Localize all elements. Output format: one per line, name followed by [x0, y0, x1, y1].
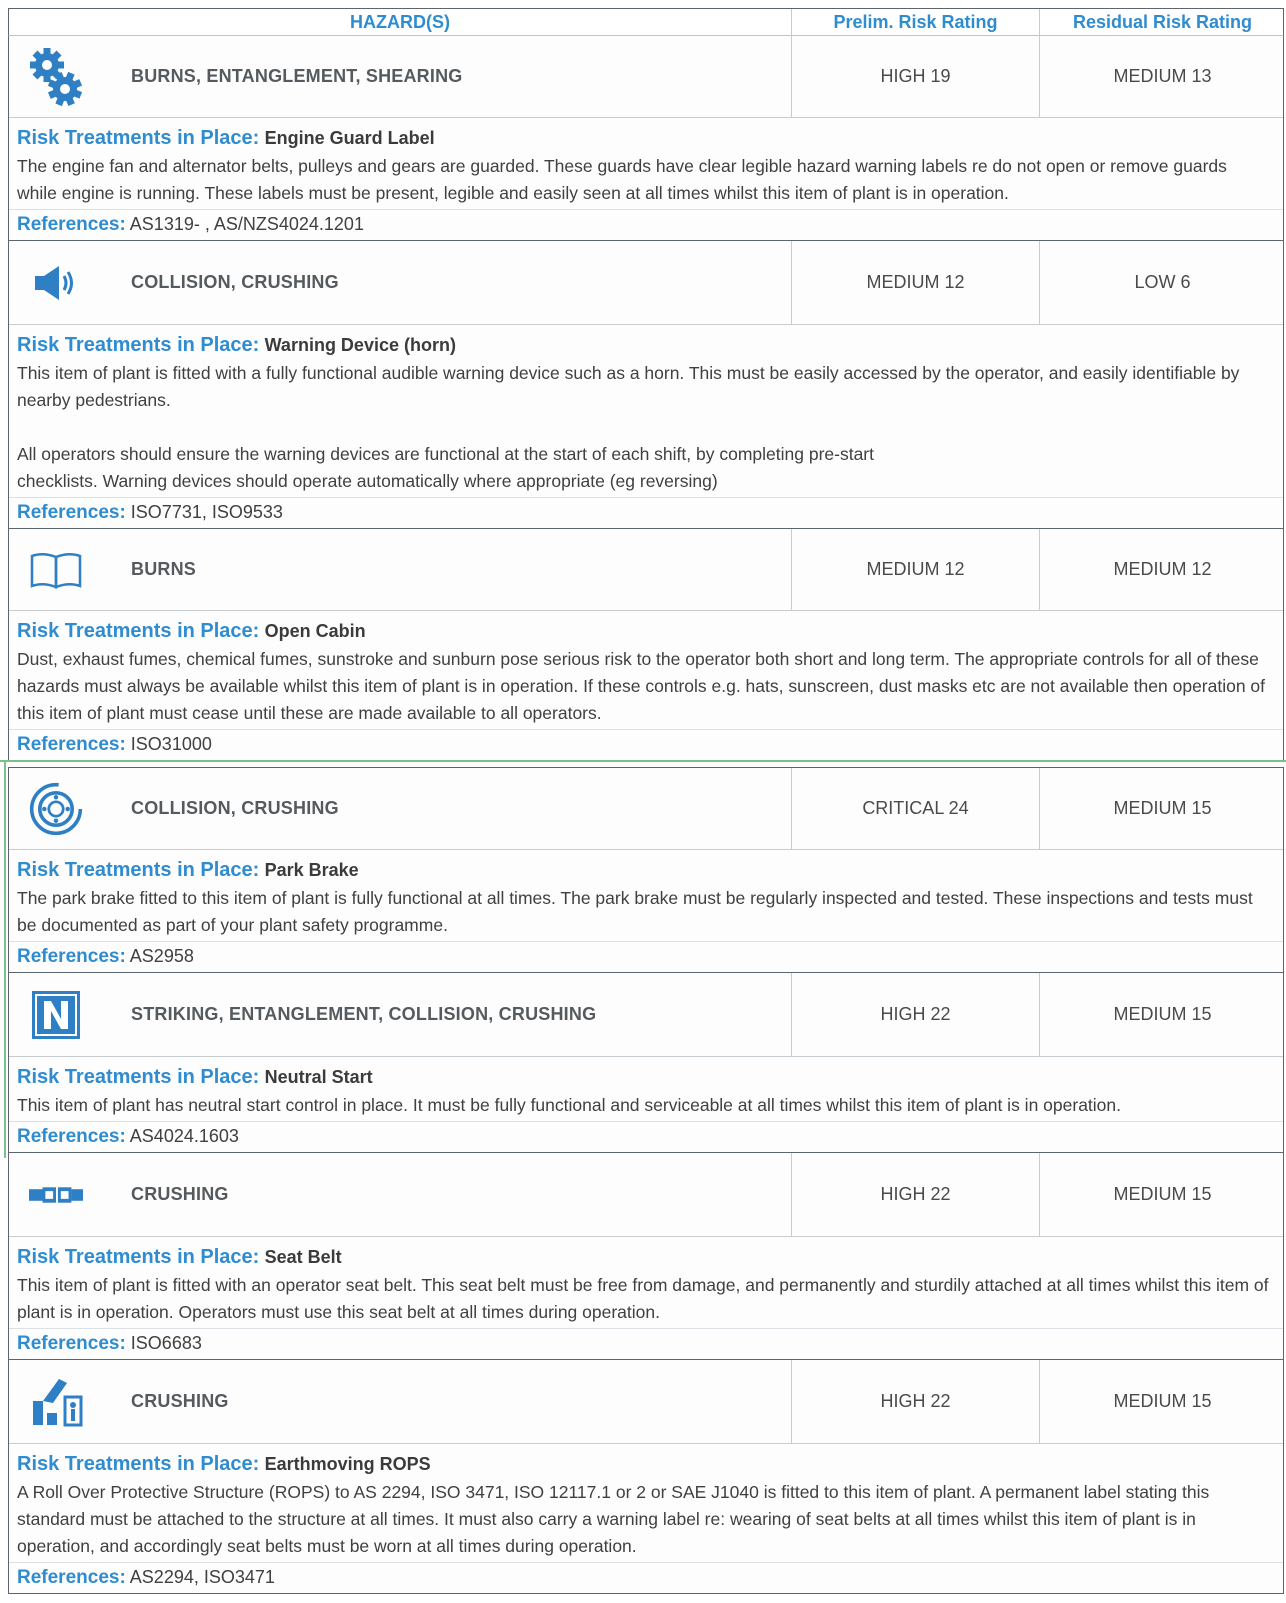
references: References: AS4024.1603 — [9, 1121, 1283, 1152]
treatment-section: Risk Treatments in Place: Warning Device… — [9, 325, 1283, 495]
brake-disc-icon — [29, 782, 83, 836]
references-value: AS4024.1603 — [129, 1126, 239, 1146]
treatments-label: Risk Treatments in Place: — [17, 620, 260, 642]
treatment-name: Park Brake — [264, 860, 359, 880]
treatment-name: Engine Guard Label — [264, 128, 435, 148]
treatments-label: Risk Treatments in Place: — [17, 1066, 260, 1088]
references-value: AS2294, ISO3471 — [129, 1567, 275, 1587]
references-value: ISO31000 — [130, 734, 212, 754]
header-hazards: HAZARD(S) — [350, 11, 450, 32]
references-label: References: — [17, 734, 126, 755]
header-residual-rating: Residual Risk Rating — [1039, 9, 1285, 35]
hazard-row: BURNS, ENTANGLEMENT, SHEARING HIGH 19 ME… — [9, 36, 1283, 118]
table-header: HAZARD(S) Prelim. Risk Rating Residual R… — [8, 8, 1284, 36]
hazard-row: COLLISION, CRUSHING CRITICAL 24 MEDIUM 1… — [9, 768, 1283, 850]
hazard-row: CRUSHING HIGH 22 MEDIUM 15 — [9, 1153, 1283, 1237]
references-label: References: — [17, 946, 126, 967]
treatment-description-extra: All operators should ensure the warning … — [17, 444, 874, 491]
residual-rating: MEDIUM 15 — [1039, 973, 1285, 1056]
hazard-block: BURNS, ENTANGLEMENT, SHEARING HIGH 19 ME… — [8, 36, 1284, 241]
book-icon — [29, 543, 83, 597]
scan-green-side-rule — [4, 760, 6, 1158]
prelim-rating: HIGH 22 — [791, 973, 1039, 1056]
references: References: ISO31000 — [9, 729, 1283, 760]
treatment-description: The park brake fitted to this item of pl… — [17, 888, 1253, 935]
treatments-label: Risk Treatments in Place: — [17, 1246, 260, 1268]
references-label: References: — [17, 214, 126, 235]
hazard-row: BURNS MEDIUM 12 MEDIUM 12 — [9, 529, 1283, 611]
prelim-rating: MEDIUM 12 — [791, 241, 1039, 324]
treatments-label: Risk Treatments in Place: — [17, 334, 260, 356]
hazard-text: BURNS — [131, 559, 197, 579]
speaker-icon — [29, 256, 83, 310]
hazard-row: CRUSHING HIGH 22 MEDIUM 15 — [9, 1360, 1283, 1444]
treatment-name: Seat Belt — [264, 1247, 342, 1267]
treatments-label: Risk Treatments in Place: — [17, 859, 260, 881]
treatment-description: This item of plant is fitted with a full… — [17, 363, 1240, 410]
hazard-text: CRUSHING — [131, 1184, 229, 1204]
references: References: ISO7731, ISO9533 — [9, 497, 1283, 528]
hazard-text: CRUSHING — [131, 1391, 229, 1411]
hazard-text: COLLISION, CRUSHING — [131, 272, 339, 292]
hazard-block: CRUSHING HIGH 22 MEDIUM 15 Risk Treatmen… — [8, 1153, 1284, 1360]
treatment-section: Risk Treatments in Place: Open Cabin Dus… — [9, 611, 1283, 727]
treatment-section: Risk Treatments in Place: Earthmoving RO… — [9, 1444, 1283, 1560]
hazard-block: COLLISION, CRUSHING MEDIUM 12 LOW 6 Risk… — [8, 241, 1284, 529]
references-value: ISO6683 — [130, 1333, 202, 1353]
hazard-text: BURNS, ENTANGLEMENT, SHEARING — [131, 66, 463, 86]
seat-belt-icon — [29, 1168, 83, 1222]
treatment-description: This item of plant has neutral start con… — [17, 1095, 1122, 1115]
gears-icon — [29, 47, 83, 106]
references-label: References: — [17, 502, 126, 523]
references-label: References: — [17, 1126, 126, 1147]
references-value: AS2958 — [129, 946, 194, 966]
treatment-section: Risk Treatments in Place: Park Brake The… — [9, 850, 1283, 939]
treatment-name: Earthmoving ROPS — [264, 1454, 431, 1474]
treatment-description: This item of plant is fitted with an ope… — [17, 1275, 1269, 1322]
references-label: References: — [17, 1333, 126, 1354]
hazard-row: STRIKING, ENTANGLEMENT, COLLISION, CRUSH… — [9, 973, 1283, 1057]
treatment-name: Warning Device (horn) — [264, 335, 456, 355]
references: References: AS2294, ISO3471 — [9, 1562, 1283, 1593]
residual-rating: MEDIUM 15 — [1039, 768, 1285, 849]
residual-rating: MEDIUM 15 — [1039, 1153, 1285, 1236]
treatment-description: A Roll Over Protective Structure (ROPS) … — [17, 1482, 1210, 1556]
treatment-description: The engine fan and alternator belts, pul… — [17, 156, 1227, 203]
prelim-rating: HIGH 22 — [791, 1360, 1039, 1443]
prelim-rating: CRITICAL 24 — [791, 768, 1039, 849]
neutral-n-icon — [29, 988, 83, 1042]
scan-green-rule — [0, 760, 1286, 762]
prelim-rating: HIGH 22 — [791, 1153, 1039, 1236]
risk-assessment-sheet: HAZARD(S) Prelim. Risk Rating Residual R… — [8, 8, 1284, 1594]
prelim-rating: HIGH 19 — [791, 36, 1039, 117]
hazard-row: COLLISION, CRUSHING MEDIUM 12 LOW 6 — [9, 241, 1283, 325]
references: References: ISO6683 — [9, 1328, 1283, 1359]
residual-rating: LOW 6 — [1039, 241, 1285, 324]
treatment-section: Risk Treatments in Place: Seat Belt This… — [9, 1237, 1283, 1326]
residual-rating: MEDIUM 12 — [1039, 529, 1285, 610]
hazard-text: COLLISION, CRUSHING — [131, 798, 339, 818]
header-prelim-rating: Prelim. Risk Rating — [791, 9, 1039, 35]
rops-icon — [29, 1375, 83, 1429]
residual-rating: MEDIUM 13 — [1039, 36, 1285, 117]
treatments-label: Risk Treatments in Place: — [17, 127, 260, 149]
references-value: ISO7731, ISO9533 — [130, 502, 283, 522]
treatments-label: Risk Treatments in Place: — [17, 1453, 260, 1475]
treatment-name: Neutral Start — [264, 1067, 373, 1087]
hazard-block: COLLISION, CRUSHING CRITICAL 24 MEDIUM 1… — [8, 767, 1284, 973]
references-label: References: — [17, 1567, 126, 1588]
treatment-description: Dust, exhaust fumes, chemical fumes, sun… — [17, 649, 1266, 723]
hazard-block: CRUSHING HIGH 22 MEDIUM 15 Risk Treatmen… — [8, 1360, 1284, 1594]
residual-rating: MEDIUM 15 — [1039, 1360, 1285, 1443]
treatment-name: Open Cabin — [264, 621, 366, 641]
references-value: AS1319- , AS/NZS4024.1201 — [129, 214, 364, 234]
prelim-rating: MEDIUM 12 — [791, 529, 1039, 610]
treatment-section: Risk Treatments in Place: Neutral Start … — [9, 1057, 1283, 1119]
hazard-block: STRIKING, ENTANGLEMENT, COLLISION, CRUSH… — [8, 973, 1284, 1153]
hazard-text: STRIKING, ENTANGLEMENT, COLLISION, CRUSH… — [131, 1004, 597, 1024]
references: References: AS1319- , AS/NZS4024.1201 — [9, 209, 1283, 240]
hazard-block: BURNS MEDIUM 12 MEDIUM 12 Risk Treatment… — [8, 529, 1284, 761]
references: References: AS2958 — [9, 941, 1283, 972]
treatment-section: Risk Treatments in Place: Engine Guard L… — [9, 118, 1283, 207]
